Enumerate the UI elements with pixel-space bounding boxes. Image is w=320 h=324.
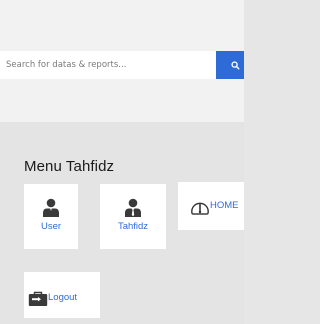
dashboard-icon <box>191 202 209 215</box>
main-content: Menu Tahfidz User Tahfidz HOME Logout <box>0 122 244 324</box>
menu-tile-logout-label: Logout <box>48 292 78 303</box>
menu-tile-logout[interactable]: Logout <box>24 272 100 318</box>
menu-title: Menu Tahfidz <box>24 158 115 175</box>
search-button[interactable] <box>216 51 244 79</box>
menu-tile-tahfidz-label: Tahfidz <box>117 221 149 232</box>
briefcase-icon <box>28 291 48 306</box>
search-input[interactable] <box>0 51 216 79</box>
search-icon <box>231 60 240 69</box>
menu-tile-user[interactable]: User <box>24 184 78 249</box>
menu-tile-home-label: HOME <box>210 200 239 211</box>
top-bar <box>0 0 244 122</box>
teacher-icon <box>125 198 141 217</box>
menu-tile-home[interactable]: HOME <box>178 182 244 230</box>
menu-tile-tahfidz[interactable]: Tahfidz <box>100 184 166 249</box>
search-bar <box>0 51 244 79</box>
user-icon <box>43 198 59 217</box>
menu-tile-user-label: User <box>40 221 62 232</box>
